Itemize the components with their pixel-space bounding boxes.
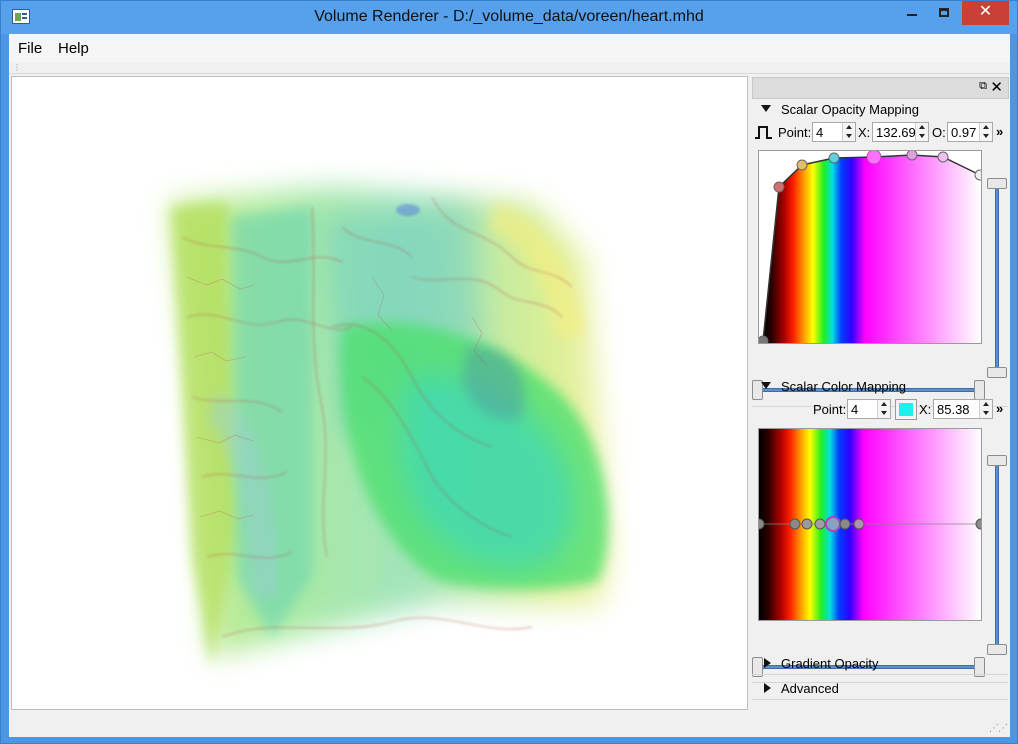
color-x-label: X: <box>919 402 932 417</box>
color-x-value: 85.38 <box>937 402 970 417</box>
dock-title-bar[interactable]: ⧉ ✕ <box>752 77 1009 99</box>
resize-grip-icon[interactable]: ⋰⋰ <box>989 723 1008 734</box>
color-picker-button[interactable] <box>895 399 917 420</box>
expand-icon <box>764 683 771 693</box>
menu-bar: File Help <box>9 34 1010 62</box>
spin-down-icon[interactable] <box>983 134 989 138</box>
slider-handle[interactable] <box>987 178 1007 189</box>
spin-up-icon[interactable] <box>846 125 852 129</box>
collapse-icon <box>761 382 771 389</box>
color-point-value: 4 <box>851 402 859 417</box>
menu-file[interactable]: File <box>18 40 42 57</box>
float-icon[interactable]: ⧉ <box>979 80 987 93</box>
spin-up-icon[interactable] <box>983 125 989 129</box>
spin-up-icon[interactable] <box>919 125 925 129</box>
slider-handle[interactable] <box>987 455 1007 466</box>
color-x-spinbox[interactable]: 85.38 <box>933 399 993 419</box>
opacity-o-spinbox[interactable]: 0.97 <box>947 122 993 142</box>
color-more-button[interactable]: » <box>996 401 1003 416</box>
transfer-function-panel: ⧉ ✕ Scalar Opacity Mapping Point: 4 X: 1… <box>750 76 1010 710</box>
minimize-button[interactable] <box>898 1 926 25</box>
expand-icon <box>764 658 771 668</box>
close-button[interactable]: ✕ <box>962 1 1009 25</box>
collapse-icon <box>761 105 771 112</box>
color-point-spinbox[interactable]: 4 <box>847 399 891 419</box>
spin-down-icon[interactable] <box>881 411 887 415</box>
maximize-icon <box>939 8 949 17</box>
client-area: File Help ⋮ ⧉ ✕ Scalar Opacity Mapping P… <box>9 34 1010 737</box>
close-icon: ✕ <box>978 3 993 20</box>
spin-down-icon[interactable] <box>983 411 989 415</box>
opacity-section-header[interactable]: Scalar Opacity Mapping <box>752 100 1008 120</box>
gradient-section-header[interactable]: Gradient Opacity <box>752 654 1008 674</box>
opacity-point-spinbox[interactable]: 4 <box>812 122 856 142</box>
color-swatch <box>899 403 913 416</box>
spin-up-icon[interactable] <box>881 402 887 406</box>
opacity-x-spinbox[interactable]: 132.69 <box>872 122 929 142</box>
opacity-o-label: O: <box>932 125 946 140</box>
window-title: Volume Renderer - D:/_volume_data/voreen… <box>314 8 704 25</box>
color-point-label: Point: <box>813 402 847 417</box>
application-window: Volume Renderer - D:/_volume_data/voreen… <box>0 0 1018 744</box>
opacity-x-value: 132.69 <box>876 125 916 140</box>
color-function-editor[interactable] <box>758 428 982 621</box>
opacity-vertical-range-slider[interactable] <box>987 178 1007 378</box>
color-section-header[interactable]: Scalar Color Mapping <box>752 377 1008 397</box>
color-section-title: Scalar Color Mapping <box>781 379 907 394</box>
advanced-section-header[interactable]: Advanced <box>752 679 1008 699</box>
grip-icon: ⋮ <box>13 63 21 72</box>
opacity-function-editor[interactable] <box>758 150 982 344</box>
advanced-section-title: Advanced <box>781 681 839 696</box>
volume-render[interactable] <box>12 77 748 710</box>
opacity-more-button[interactable]: » <box>996 124 1003 139</box>
gradient-section-title: Gradient Opacity <box>781 656 879 671</box>
color-vertical-range-slider[interactable] <box>987 455 1007 655</box>
step-function-icon[interactable] <box>754 124 774 140</box>
render-viewport[interactable] <box>11 76 748 710</box>
status-bar: ⋰⋰ <box>9 710 1010 737</box>
dock-close-icon[interactable]: ✕ <box>990 78 1003 96</box>
divider <box>752 699 1008 700</box>
opacity-point-value: 4 <box>816 125 824 140</box>
spin-down-icon[interactable] <box>919 134 925 138</box>
opacity-x-label: X: <box>858 125 871 140</box>
title-bar[interactable]: Volume Renderer - D:/_volume_data/voreen… <box>1 1 1017 34</box>
opacity-section-title: Scalar Opacity Mapping <box>781 102 920 117</box>
toolbar-handle[interactable]: ⋮ <box>9 62 1010 74</box>
opacity-point-label: Point: <box>778 125 812 140</box>
menu-help[interactable]: Help <box>58 40 89 57</box>
maximize-button[interactable] <box>930 1 958 25</box>
opacity-o-value: 0.97 <box>951 125 977 140</box>
minimize-icon <box>907 14 917 16</box>
spin-up-icon[interactable] <box>983 402 989 406</box>
spin-down-icon[interactable] <box>846 134 852 138</box>
divider <box>752 674 1008 675</box>
